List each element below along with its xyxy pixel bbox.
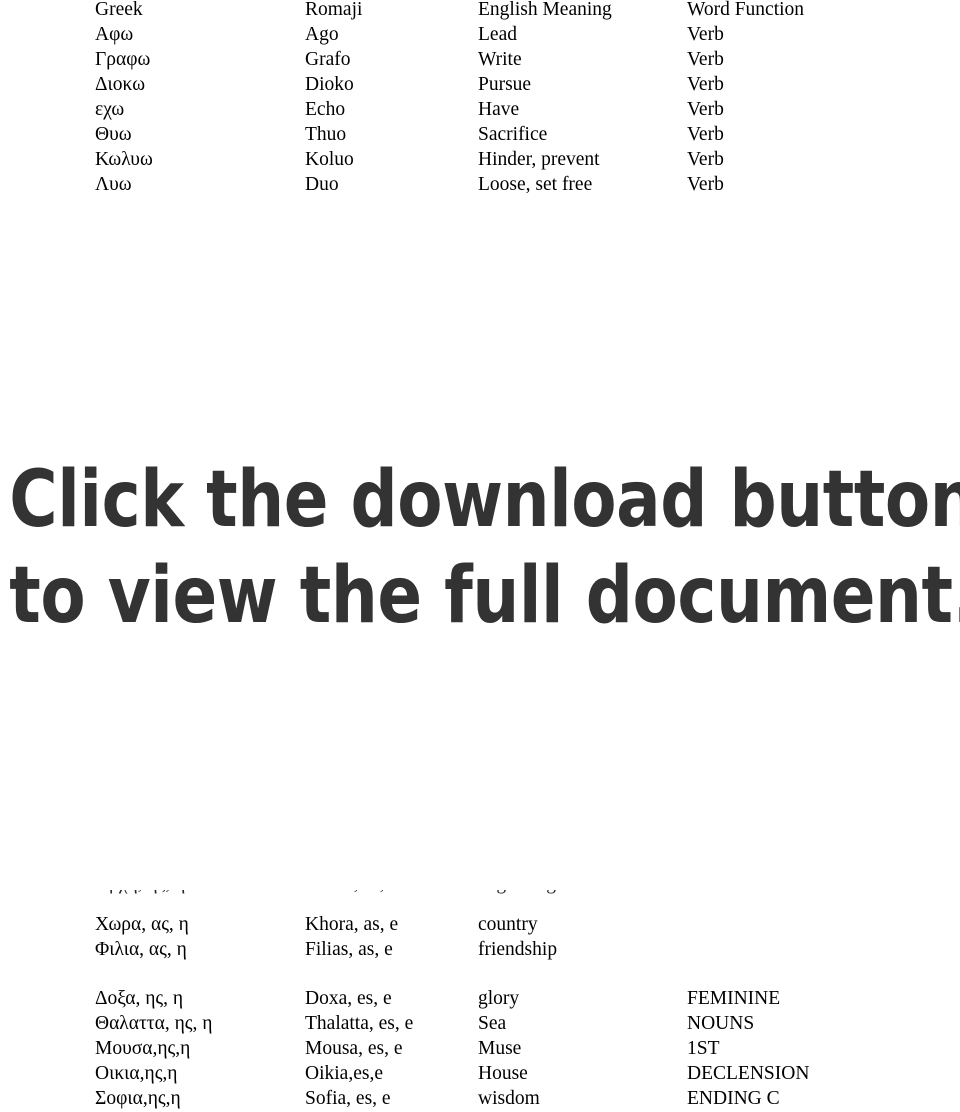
table-row: Διοκω Dioko Pursue Verb bbox=[0, 72, 960, 97]
table-row: Αφω Ago Lead Verb bbox=[0, 22, 960, 47]
cell-greek: Οικια,ης,η bbox=[95, 1063, 178, 1084]
cell-function: Verb bbox=[687, 49, 724, 70]
cell-english: beginning bbox=[478, 890, 556, 896]
cell-romaji: Echo bbox=[305, 99, 346, 120]
table-row: Χωρα, ας, η Khora, as, e country bbox=[0, 912, 960, 937]
cell-english: Sacrifice bbox=[478, 124, 548, 145]
cell-function: DECLENSION bbox=[687, 1063, 810, 1084]
cell-english: Write bbox=[478, 49, 522, 70]
callout-line-1: Click the download button bbox=[9, 455, 960, 545]
column-header-greek: Greek bbox=[95, 0, 143, 20]
cell-english: Pursue bbox=[478, 74, 532, 95]
cell-greek: Αφω bbox=[95, 24, 134, 45]
cell-function: Verb bbox=[687, 74, 724, 95]
cell-english: Loose, set free bbox=[478, 174, 593, 195]
cell-function: Verb bbox=[687, 124, 724, 145]
table-header-row: Greek Romaji English Meaning Word Functi… bbox=[0, 0, 960, 22]
cell-romaji: Oikia,es,e bbox=[305, 1063, 383, 1084]
table-row: Κωλυω Koluo Hinder, prevent Verb bbox=[0, 147, 960, 172]
cell-romaji: Koluo bbox=[305, 149, 354, 170]
cell-english: Sea bbox=[478, 1013, 507, 1034]
table-row: Μουσα,ης,η Mousa, es, e Muse 1ST bbox=[0, 1036, 960, 1061]
cell-english: Have bbox=[478, 99, 520, 120]
cell-greek: Χωρα, ας, η bbox=[95, 914, 189, 935]
table-row: Φιλια, ας, η Filias, as, e friendship bbox=[0, 937, 960, 962]
cell-greek: Μουσα,ης,η bbox=[95, 1038, 191, 1059]
cell-greek: εχω bbox=[95, 99, 125, 120]
cell-function: Verb bbox=[687, 149, 724, 170]
cell-romaji: Duo bbox=[305, 174, 339, 195]
cell-english: Lead bbox=[478, 24, 517, 45]
table-row: Θαλαττα, ης, η Thalatta, es, e Sea NOUNS bbox=[0, 1011, 960, 1036]
cell-function: Verb bbox=[687, 24, 724, 45]
table-row-clipped: Αρχη, ης, η Arkhe, es, e beginning bbox=[0, 890, 960, 912]
cell-english: wisdom bbox=[478, 1088, 540, 1109]
cell-romaji: Filias, as, e bbox=[305, 939, 393, 960]
cell-english: Hinder, prevent bbox=[478, 149, 600, 170]
cell-romaji: Khora, as, e bbox=[305, 914, 399, 935]
cell-greek: Λυω bbox=[95, 174, 132, 195]
cell-english: country bbox=[478, 914, 538, 935]
table-group-spacer bbox=[0, 962, 960, 986]
download-callout: Click the download button to view the fu… bbox=[0, 452, 960, 644]
table-row: εχω Echo Have Verb bbox=[0, 97, 960, 122]
table-row: Θυω Thuo Sacrifice Verb bbox=[0, 122, 960, 147]
cell-romaji: Arkhe, es, e bbox=[305, 890, 398, 896]
cell-greek: Δοξα, ης, η bbox=[95, 988, 184, 1009]
cell-function: 1ST bbox=[687, 1038, 720, 1059]
cell-romaji: Doxa, es, e bbox=[305, 988, 392, 1009]
cell-romaji: Ago bbox=[305, 24, 339, 45]
cell-function: Verb bbox=[687, 174, 724, 195]
cell-greek: Σοφια,ης,η bbox=[95, 1088, 181, 1109]
cell-function: ENDING C bbox=[687, 1088, 780, 1109]
cell-english: friendship bbox=[478, 939, 558, 960]
cell-romaji: Thuo bbox=[305, 124, 347, 145]
greek-nouns-table: Αρχη, ης, η Arkhe, es, e beginning Χωρα,… bbox=[0, 890, 960, 1111]
cell-romaji: Dioko bbox=[305, 74, 354, 95]
cell-greek: Θαλαττα, ης, η bbox=[95, 1013, 213, 1034]
cell-greek: Φιλια, ας, η bbox=[95, 939, 187, 960]
column-header-romaji: Romaji bbox=[305, 0, 363, 20]
greek-verbs-table: Greek Romaji English Meaning Word Functi… bbox=[0, 0, 960, 197]
cell-greek: Αρχη, ης, η bbox=[95, 890, 185, 896]
column-header-function: Word Function bbox=[687, 0, 805, 20]
cell-english: Muse bbox=[478, 1038, 522, 1059]
cell-function: NOUNS bbox=[687, 1013, 755, 1034]
cell-romaji: Grafo bbox=[305, 49, 351, 70]
column-header-english: English Meaning bbox=[478, 0, 612, 20]
cell-greek: Θυω bbox=[95, 124, 132, 145]
cell-english: House bbox=[478, 1063, 528, 1084]
table-row: Λυω Duo Loose, set free Verb bbox=[0, 172, 960, 197]
table-row: Γραφω Grafo Write Verb bbox=[0, 47, 960, 72]
cell-function: FEMININE bbox=[687, 988, 781, 1009]
cell-greek: Γραφω bbox=[95, 49, 151, 70]
cell-romaji: Mousa, es, e bbox=[305, 1038, 403, 1059]
table-row: Δοξα, ης, η Doxa, es, e glory FEMININE bbox=[0, 986, 960, 1011]
cell-romaji: Thalatta, es, e bbox=[305, 1013, 414, 1034]
table-row: Οικια,ης,η Oikia,es,e House DECLENSION bbox=[0, 1061, 960, 1086]
cell-function: Verb bbox=[687, 99, 724, 120]
cell-romaji: Sofia, es, e bbox=[305, 1088, 391, 1109]
cell-greek: Διοκω bbox=[95, 74, 146, 95]
cell-english: glory bbox=[478, 988, 520, 1009]
callout-line-2: to view the full document. bbox=[9, 551, 960, 641]
cell-greek: Κωλυω bbox=[95, 149, 153, 170]
table-row: Σοφια,ης,η Sofia, es, e wisdom ENDING C bbox=[0, 1086, 960, 1111]
